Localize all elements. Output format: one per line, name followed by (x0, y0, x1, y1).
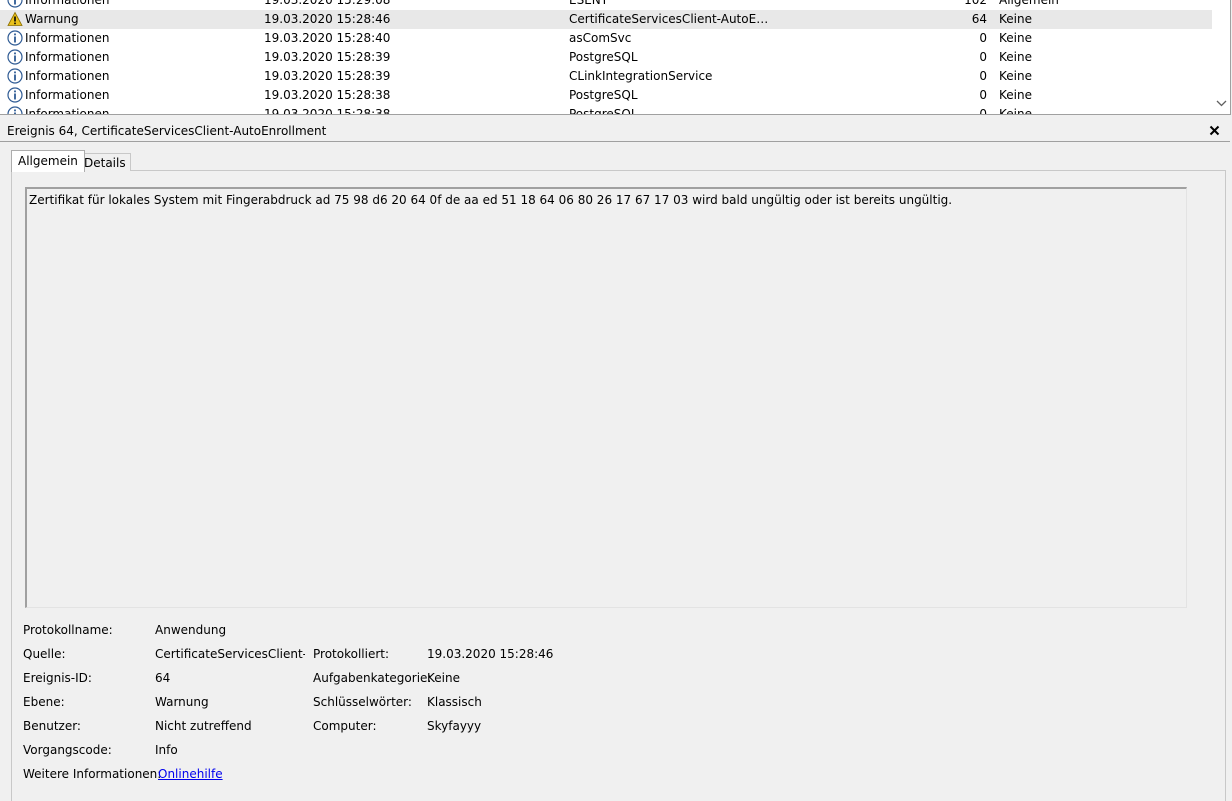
event-row[interactable]: Informationen 19.03.2020 15:29:08 ESENT 102… (0, 0, 1212, 10)
ebene-label: Ebene: (23, 695, 65, 709)
event-source: PostgreSQL (569, 50, 638, 64)
info-icon (7, 106, 23, 114)
event-row[interactable]: Informationen 19.03.2020 15:28:40 asComSvc… (0, 29, 1212, 48)
event-date: 19.03.2020 15:28:39 (264, 69, 391, 83)
ereignis-id-label: Ereignis-ID: (23, 671, 92, 685)
vertical-scrollbar[interactable] (1213, 0, 1230, 114)
event-row[interactable]: Informationen 19.03.2020 15:28:38 PostgreS… (0, 105, 1212, 115)
event-row[interactable]: Informationen 19.03.2020 15:28:39 PostgreS… (0, 48, 1212, 67)
protokolliert-label: Protokolliert: (313, 647, 390, 661)
event-category: Keine (999, 31, 1032, 45)
event-category: Keine (999, 107, 1032, 115)
event-category: Keine (999, 69, 1032, 83)
info-icon (7, 0, 23, 8)
event-level: Informationen (25, 88, 110, 102)
event-row[interactable]: Informationen 19.03.2020 15:28:39 CLinkInt… (0, 67, 1212, 86)
info-icon (7, 30, 23, 46)
event-message: Zertifikat für lokales System mit Finger… (29, 193, 953, 207)
onlinehilfe-link[interactable]: Onlinehilfe (158, 767, 223, 782)
event-source: CLinkIntegrationService (569, 69, 713, 83)
tab-allgemein-label: Allgemein (18, 154, 78, 168)
quelle-value: CertificateServicesClient-AutoEnrollment (155, 647, 305, 661)
event-date: 19.03.2020 15:29:08 (264, 0, 391, 7)
event-id: 0 (979, 69, 987, 83)
event-date: 19.03.2020 15:28:39 (264, 50, 391, 64)
tab-details[interactable]: Details (79, 153, 131, 171)
schluesselwoerter-label: Schlüsselwörter: (313, 695, 412, 709)
event-id: 0 (979, 88, 987, 102)
vorgangscode-label: Vorgangscode: (23, 743, 112, 757)
detail-header: Ereignis 64, CertificateServicesClient-A… (0, 121, 1230, 142)
event-level: Informationen (25, 50, 110, 64)
schluesselwoerter-value: Klassisch (427, 695, 482, 709)
event-source: ESENT (569, 0, 609, 7)
tab-allgemein[interactable]: Allgemein (11, 150, 85, 172)
event-category: Keine (999, 88, 1032, 102)
aufgabenkategorie-label: Aufgabenkategorie: (313, 671, 432, 685)
event-date: 19.03.2020 15:28:46 (264, 12, 391, 26)
event-id: 102 (964, 0, 987, 7)
ebene-value: Warnung (155, 695, 209, 709)
weitere-informationen-label: Weitere Informationen: (23, 767, 162, 781)
tab-details-label: Details (84, 156, 126, 170)
event-id: 0 (979, 107, 987, 115)
event-level: Informationen (25, 69, 110, 83)
computer-label: Computer: (313, 719, 377, 733)
event-date: 19.03.2020 15:28:40 (264, 31, 391, 45)
benutzer-value: Nicht zutreffend (155, 719, 252, 733)
event-id: 0 (979, 50, 987, 64)
event-source: asComSvc (569, 31, 632, 45)
quelle-label: Quelle: (23, 647, 66, 661)
event-level: Warnung (25, 12, 79, 26)
protokollname-label: Protokollname: (23, 623, 113, 637)
event-level: Informationen (25, 0, 110, 7)
protokolliert-value: 19.03.2020 15:28:46 (427, 647, 554, 661)
event-level: Informationen (25, 107, 110, 115)
warning-icon (7, 11, 23, 26)
vorgangscode-value: Info (155, 743, 178, 757)
event-message-box[interactable]: Zertifikat für lokales System mit Finger… (25, 187, 1187, 608)
event-id: 0 (979, 31, 987, 45)
computer-value: Skyfayyy (427, 719, 482, 733)
ereignis-id-value: 64 (155, 671, 171, 685)
event-source: PostgreSQL (569, 88, 638, 102)
event-category: Keine (999, 12, 1032, 26)
info-icon (7, 87, 23, 103)
event-source: CertificateServicesClient-AutoEnroll... (569, 12, 774, 26)
chevron-down-icon[interactable] (1216, 98, 1227, 108)
event-id: 64 (971, 12, 987, 26)
event-date: 19.03.2020 15:28:38 (264, 107, 391, 115)
close-icon[interactable] (1209, 125, 1220, 136)
info-icon (7, 49, 23, 65)
event-list[interactable]: Informationen 19.03.2020 15:29:08 ESENT 102… (0, 0, 1231, 115)
event-row[interactable]: Informationen 19.03.2020 15:28:38 PostgreS… (0, 86, 1212, 105)
event-level: Informationen (25, 31, 110, 45)
protokollname-value: Anwendung (155, 623, 227, 637)
event-date: 19.03.2020 15:28:38 (264, 88, 391, 102)
info-icon (7, 68, 23, 84)
event-category: Allgemein (999, 0, 1059, 7)
event-source: PostgreSQL (569, 107, 638, 115)
benutzer-label: Benutzer: (23, 719, 81, 733)
aufgabenkategorie-value: Keine (427, 671, 460, 685)
detail-title: Ereignis 64, CertificateServicesClient-A… (7, 124, 327, 138)
event-category: Keine (999, 50, 1032, 64)
event-row[interactable]: Warnung 19.03.2020 15:28:46 CertificateSer… (0, 10, 1212, 29)
